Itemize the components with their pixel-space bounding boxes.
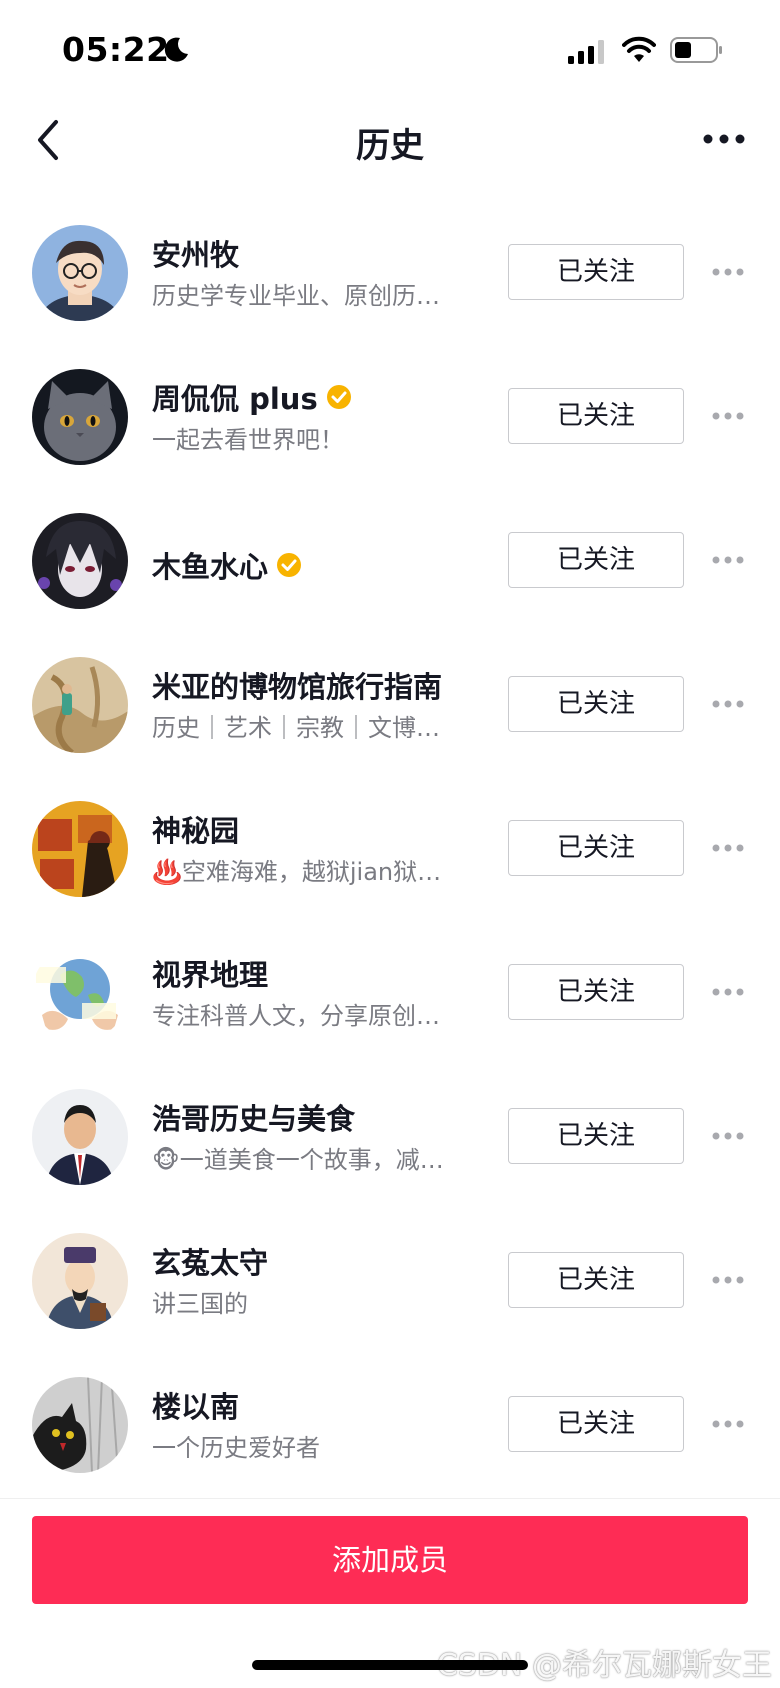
list-item[interactable]: 米亚的博物馆旅行指南 历史｜艺术｜宗教｜文博… 已关注 — [0, 632, 780, 776]
signal-icon — [568, 40, 608, 68]
more-horizontal-icon — [712, 988, 744, 996]
list-item[interactable]: 浩哥历史与美食 🐵一道美食一个故事，减… 已关注 — [0, 1064, 780, 1208]
following-button[interactable]: 已关注 — [508, 388, 684, 444]
screen: 05:22 历史 安州牧 历史学专业毕业、原创历… 已关注 周侃侃 plus 一… — [0, 0, 780, 1688]
member-name: 安州牧 — [152, 232, 239, 274]
member-name: 米亚的博物馆旅行指南 — [152, 664, 442, 706]
list-item[interactable]: 楼以南 一个历史爱好者 已关注 — [0, 1352, 780, 1496]
member-name: 神秘园 — [152, 808, 239, 850]
member-bio: 讲三国的 — [152, 1290, 248, 1318]
avatar[interactable] — [32, 1233, 128, 1329]
member-bio: 🐵一道美食一个故事，减… — [152, 1146, 444, 1174]
row-more-button[interactable] — [708, 546, 748, 574]
member-bio: 一起去看世界吧！ — [152, 426, 344, 454]
member-bio: 历史｜艺术｜宗教｜文博… — [152, 714, 440, 742]
following-button[interactable]: 已关注 — [508, 820, 684, 876]
divider — [0, 1498, 780, 1499]
member-name: 楼以南 — [152, 1384, 239, 1426]
avatar[interactable] — [32, 657, 128, 753]
member-name: 木鱼水心 — [152, 544, 302, 586]
more-horizontal-icon — [712, 700, 744, 708]
following-button[interactable]: 已关注 — [508, 1396, 684, 1452]
avatar[interactable] — [32, 225, 128, 321]
following-button[interactable]: 已关注 — [508, 676, 684, 732]
more-horizontal-icon — [712, 268, 744, 276]
list-item[interactable]: 安州牧 历史学专业毕业、原创历… 已关注 — [0, 200, 780, 344]
following-button[interactable]: 已关注 — [508, 532, 684, 588]
member-name-text: 神秘园 — [152, 814, 240, 848]
avatar[interactable] — [32, 1089, 128, 1185]
wifi-icon — [622, 36, 656, 68]
avatar[interactable] — [32, 1377, 128, 1473]
avatar[interactable] — [32, 513, 128, 609]
battery-icon — [670, 37, 724, 67]
member-bio: ♨️空难海难，越狱jian狱… — [152, 858, 442, 886]
more-horizontal-icon — [712, 1420, 744, 1428]
avatar[interactable] — [32, 945, 128, 1041]
more-horizontal-icon — [703, 134, 745, 144]
row-more-button[interactable] — [708, 1410, 748, 1438]
member-bio: 一个历史爱好者 — [152, 1434, 320, 1462]
following-button[interactable]: 已关注 — [508, 1108, 684, 1164]
verified-badge-icon — [277, 553, 302, 577]
moon-icon — [162, 36, 190, 68]
list-item[interactable]: 视界地理 专注科普人文，分享原创… 已关注 — [0, 920, 780, 1064]
member-name-text: 木鱼水心 — [152, 550, 269, 584]
list-item[interactable]: 周侃侃 plus 一起去看世界吧！ 已关注 — [0, 344, 780, 488]
row-more-button[interactable] — [708, 690, 748, 718]
nav-bar: 历史 — [0, 100, 780, 180]
more-horizontal-icon — [712, 556, 744, 564]
verified-badge-icon — [326, 385, 351, 409]
more-horizontal-icon — [712, 1276, 744, 1284]
member-name-text: 楼以南 — [152, 1390, 240, 1424]
member-name: 玄菟太守 — [152, 1240, 268, 1282]
following-button[interactable]: 已关注 — [508, 244, 684, 300]
row-more-button[interactable] — [708, 1122, 748, 1150]
row-more-button[interactable] — [708, 1266, 748, 1294]
member-name-text: 米亚的博物馆旅行指南 — [152, 670, 443, 704]
avatar[interactable] — [32, 801, 128, 897]
row-more-button[interactable] — [708, 978, 748, 1006]
following-button[interactable]: 已关注 — [508, 1252, 684, 1308]
member-bio: 专注科普人文，分享原创… — [152, 1002, 440, 1030]
member-name: 周侃侃 plus — [152, 376, 352, 418]
more-button[interactable] — [700, 122, 748, 156]
status-time: 05:22 — [62, 30, 170, 69]
member-name-text: 浩哥历史与美食 — [152, 1102, 356, 1136]
page-title: 历史 — [356, 126, 424, 166]
list-item[interactable]: 神秘园 ♨️空难海难，越狱jian狱… 已关注 — [0, 776, 780, 920]
member-list: 安州牧 历史学专业毕业、原创历… 已关注 周侃侃 plus 一起去看世界吧！ 已… — [0, 200, 780, 1496]
status-bar: 05:22 — [0, 0, 780, 100]
row-more-button[interactable] — [708, 258, 748, 286]
more-horizontal-icon — [712, 1132, 744, 1140]
add-member-button[interactable]: 添加成员 — [32, 1516, 748, 1604]
list-item[interactable]: 玄菟太守 讲三国的 已关注 — [0, 1208, 780, 1352]
avatar[interactable] — [32, 369, 128, 465]
member-name-text: 视界地理 — [152, 958, 269, 992]
member-bio: 历史学专业毕业、原创历… — [152, 282, 440, 310]
more-horizontal-icon — [712, 412, 744, 420]
list-item[interactable]: 木鱼水心 已关注 — [0, 488, 780, 632]
member-name-text: 周侃侃 plus — [152, 382, 318, 416]
member-name-text: 安州牧 — [152, 238, 240, 272]
row-more-button[interactable] — [708, 834, 748, 862]
member-name: 浩哥历史与美食 — [152, 1096, 355, 1138]
home-indicator[interactable] — [252, 1660, 528, 1670]
row-more-button[interactable] — [708, 402, 748, 430]
member-name-text: 玄菟太守 — [152, 1246, 269, 1280]
more-horizontal-icon — [712, 844, 744, 852]
following-button[interactable]: 已关注 — [508, 964, 684, 1020]
member-name: 视界地理 — [152, 952, 268, 994]
